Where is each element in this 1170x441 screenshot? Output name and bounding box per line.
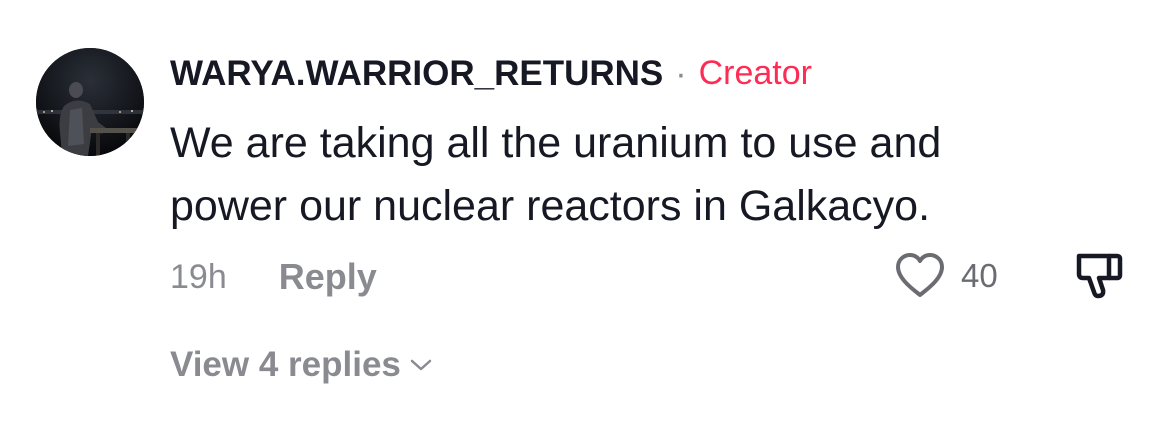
creator-badge: Creator — [698, 53, 812, 92]
dislike-button[interactable] — [1072, 249, 1126, 303]
comment-text-line-1: We are taking all the uranium to use and — [170, 119, 942, 167]
heart-outline-icon — [894, 251, 946, 302]
view-replies-button[interactable]: View 4 replies — [170, 340, 433, 390]
comment-meta: 19h Reply — [170, 250, 377, 304]
avatar-image — [36, 48, 144, 156]
comment-text-line-2: power our nuclear reactors in Galkacyo. — [170, 182, 931, 230]
like-count: 40 — [961, 257, 998, 294]
comment-header: WARYA.WARRIOR_RETURNS · Creator — [170, 50, 812, 98]
timestamp: 19h — [170, 257, 227, 296]
reply-button[interactable]: Reply — [279, 256, 377, 298]
like-button[interactable] — [893, 249, 947, 303]
avatar[interactable] — [36, 48, 144, 156]
chevron-down-icon — [409, 357, 433, 373]
comment-item: WARYA.WARRIOR_RETURNS · Creator We are t… — [0, 0, 1170, 441]
like-group: 40 — [893, 249, 998, 303]
view-replies-label: View 4 replies — [170, 345, 401, 384]
username[interactable]: WARYA.WARRIOR_RETURNS — [170, 54, 663, 94]
comment-text: We are taking all the uranium to use and… — [170, 112, 1050, 238]
thumbs-down-icon — [1073, 250, 1125, 303]
header-separator: · — [675, 54, 687, 93]
